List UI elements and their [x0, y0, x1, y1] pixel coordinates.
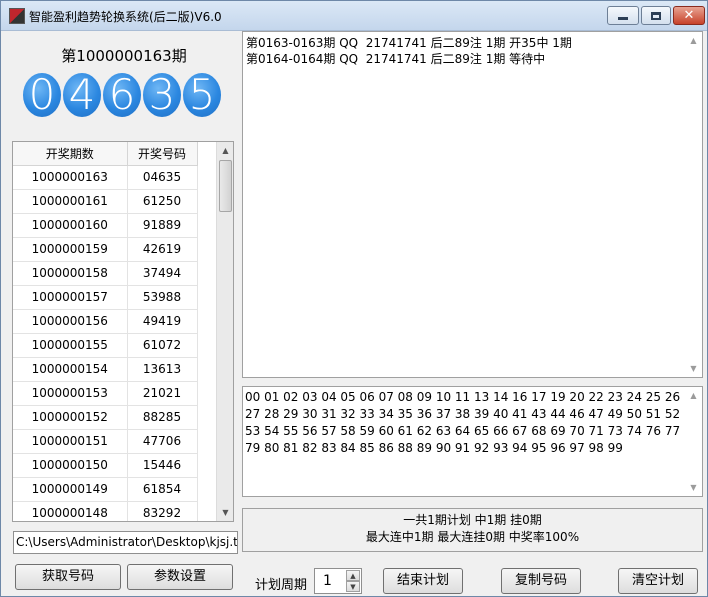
number-cell: 04635	[127, 165, 198, 190]
scroll-up-arrow-icon[interactable]: ▲	[685, 387, 702, 404]
number-ball: 5	[183, 73, 221, 117]
scroll-up-arrow-icon[interactable]: ▲	[685, 32, 702, 49]
table-row[interactable]: 1000000156 49419	[13, 309, 198, 334]
number-cell: 47706	[127, 429, 198, 454]
log-line: 第0163-0163期 QQ 21741741 后二89注 1期 开35中 1期	[246, 36, 572, 50]
number-cell: 37494	[127, 261, 198, 286]
period-cell: 1000000163	[13, 165, 128, 190]
window-title: 智能盈利趋势轮换系统(后二版)V6.0	[29, 10, 222, 24]
plan-numbers-text: 00 01 02 03 04 05 06 07 08 09 10 11 13 1…	[245, 390, 681, 455]
number-cell: 61854	[127, 477, 198, 502]
plan-cycle-label: 计划周期	[255, 578, 308, 593]
data-file-path-input[interactable]: C:\Users\Administrator\Desktop\kjsj.txt	[13, 531, 238, 554]
numbers-scrollbar[interactable]: ▲ ▼	[685, 387, 702, 496]
plan-numbers-textarea[interactable]: 00 01 02 03 04 05 06 07 08 09 10 11 13 1…	[242, 386, 703, 497]
table-row[interactable]: 1000000163 04635	[13, 165, 198, 190]
parameter-settings-button[interactable]: 参数设置	[127, 564, 233, 590]
number-ball: 6	[103, 73, 141, 117]
number-cell: 91889	[127, 213, 198, 238]
stepper-up-icon[interactable]: ▲	[346, 570, 360, 581]
period-cell: 1000000159	[13, 237, 128, 262]
period-cell: 1000000153	[13, 381, 128, 406]
period-cell: 1000000154	[13, 357, 128, 382]
period-cell: 1000000160	[13, 213, 128, 238]
summary-line: 一共1期计划 中1期 挂0期	[403, 513, 542, 527]
number-cell: 49419	[127, 309, 198, 334]
table-row[interactable]: 1000000158 37494	[13, 261, 198, 286]
table-row[interactable]: 1000000148 83292	[13, 501, 198, 521]
table-row[interactable]: 1000000151 47706	[13, 429, 198, 454]
period-cell: 1000000151	[13, 429, 128, 454]
number-ball: 0	[23, 73, 61, 117]
plan-cycle-value[interactable]: 1	[323, 573, 332, 589]
app-window: 智能盈利趋势轮换系统(后二版)V6.0 ✕ 第1000000163期 0 4 6…	[0, 0, 708, 597]
number-cell: 13613	[127, 357, 198, 382]
column-header-period[interactable]: 开奖期数	[13, 142, 128, 166]
number-cell: 53988	[127, 285, 198, 310]
minimize-icon	[618, 17, 628, 20]
period-cell: 1000000148	[13, 501, 128, 521]
column-header-number[interactable]: 开奖号码	[127, 142, 198, 166]
plan-log-textarea[interactable]: 第0163-0163期 QQ 21741741 后二89注 1期 开35中 1期…	[242, 31, 703, 378]
maximize-icon	[651, 11, 661, 20]
scroll-down-arrow-icon[interactable]: ▼	[685, 360, 702, 377]
history-scrollbar[interactable]: ▲ ▼	[216, 142, 233, 521]
end-plan-button[interactable]: 结束计划	[383, 568, 463, 594]
draw-history-table[interactable]: 开奖期数 开奖号码 1000000163 04635 1000000161 6125…	[12, 141, 234, 522]
plan-cycle-stepper[interactable]: 1 ▲ ▼	[314, 568, 362, 594]
table-row[interactable]: 1000000152 88285	[13, 405, 198, 430]
close-button[interactable]: ✕	[673, 6, 705, 25]
log-line: 第0164-0164期 QQ 21741741 后二89注 1期 等待中	[246, 52, 546, 66]
current-period-heading: 第1000000163期	[61, 47, 187, 65]
number-cell: 21021	[127, 381, 198, 406]
number-cell: 61250	[127, 189, 198, 214]
number-cell: 61072	[127, 333, 198, 358]
summary-line: 最大连中1期 最大连挂0期 中奖率100%	[365, 530, 580, 544]
number-ball: 4	[63, 73, 101, 117]
fetch-numbers-button[interactable]: 获取号码	[15, 564, 121, 590]
number-ball: 3	[143, 73, 181, 117]
table-row[interactable]: 1000000161 61250	[13, 189, 198, 214]
period-cell: 1000000157	[13, 285, 128, 310]
scroll-down-arrow-icon[interactable]: ▼	[217, 504, 233, 521]
winning-number-balls: 0 4 6 3 5	[23, 73, 221, 117]
table-row[interactable]: 1000000155 61072	[13, 333, 198, 358]
period-cell: 1000000161	[13, 189, 128, 214]
maximize-button[interactable]	[641, 6, 671, 25]
scroll-down-arrow-icon[interactable]: ▼	[685, 479, 702, 496]
period-cell: 1000000158	[13, 261, 128, 286]
table-row[interactable]: 1000000159 42619	[13, 237, 198, 262]
plan-summary: 一共1期计划 中1期 挂0期 最大连中1期 最大连挂0期 中奖率100%	[242, 508, 703, 552]
table-row[interactable]: 1000000157 53988	[13, 285, 198, 310]
title-bar: 智能盈利趋势轮换系统(后二版)V6.0 ✕	[1, 1, 707, 31]
minimize-button[interactable]	[607, 6, 639, 25]
table-row[interactable]: 1000000149 61854	[13, 477, 198, 502]
table-row[interactable]: 1000000154 13613	[13, 357, 198, 382]
period-cell: 1000000155	[13, 333, 128, 358]
copy-numbers-button[interactable]: 复制号码	[501, 568, 581, 594]
close-icon: ✕	[683, 8, 695, 23]
period-cell: 1000000152	[13, 405, 128, 430]
number-cell: 88285	[127, 405, 198, 430]
log-scrollbar[interactable]: ▲ ▼	[685, 32, 702, 377]
clear-plan-button[interactable]: 清空计划	[618, 568, 698, 594]
app-logo-icon	[9, 8, 25, 24]
period-cell: 1000000150	[13, 453, 128, 478]
period-cell: 1000000149	[13, 477, 128, 502]
period-cell: 1000000156	[13, 309, 128, 334]
table-row[interactable]: 1000000153 21021	[13, 381, 198, 406]
number-cell: 42619	[127, 237, 198, 262]
scroll-up-arrow-icon[interactable]: ▲	[217, 142, 233, 159]
table-row[interactable]: 1000000160 91889	[13, 213, 198, 238]
stepper-down-icon[interactable]: ▼	[346, 581, 360, 592]
table-row[interactable]: 1000000150 15446	[13, 453, 198, 478]
scrollbar-thumb[interactable]	[219, 160, 232, 212]
number-cell: 83292	[127, 501, 198, 521]
number-cell: 15446	[127, 453, 198, 478]
